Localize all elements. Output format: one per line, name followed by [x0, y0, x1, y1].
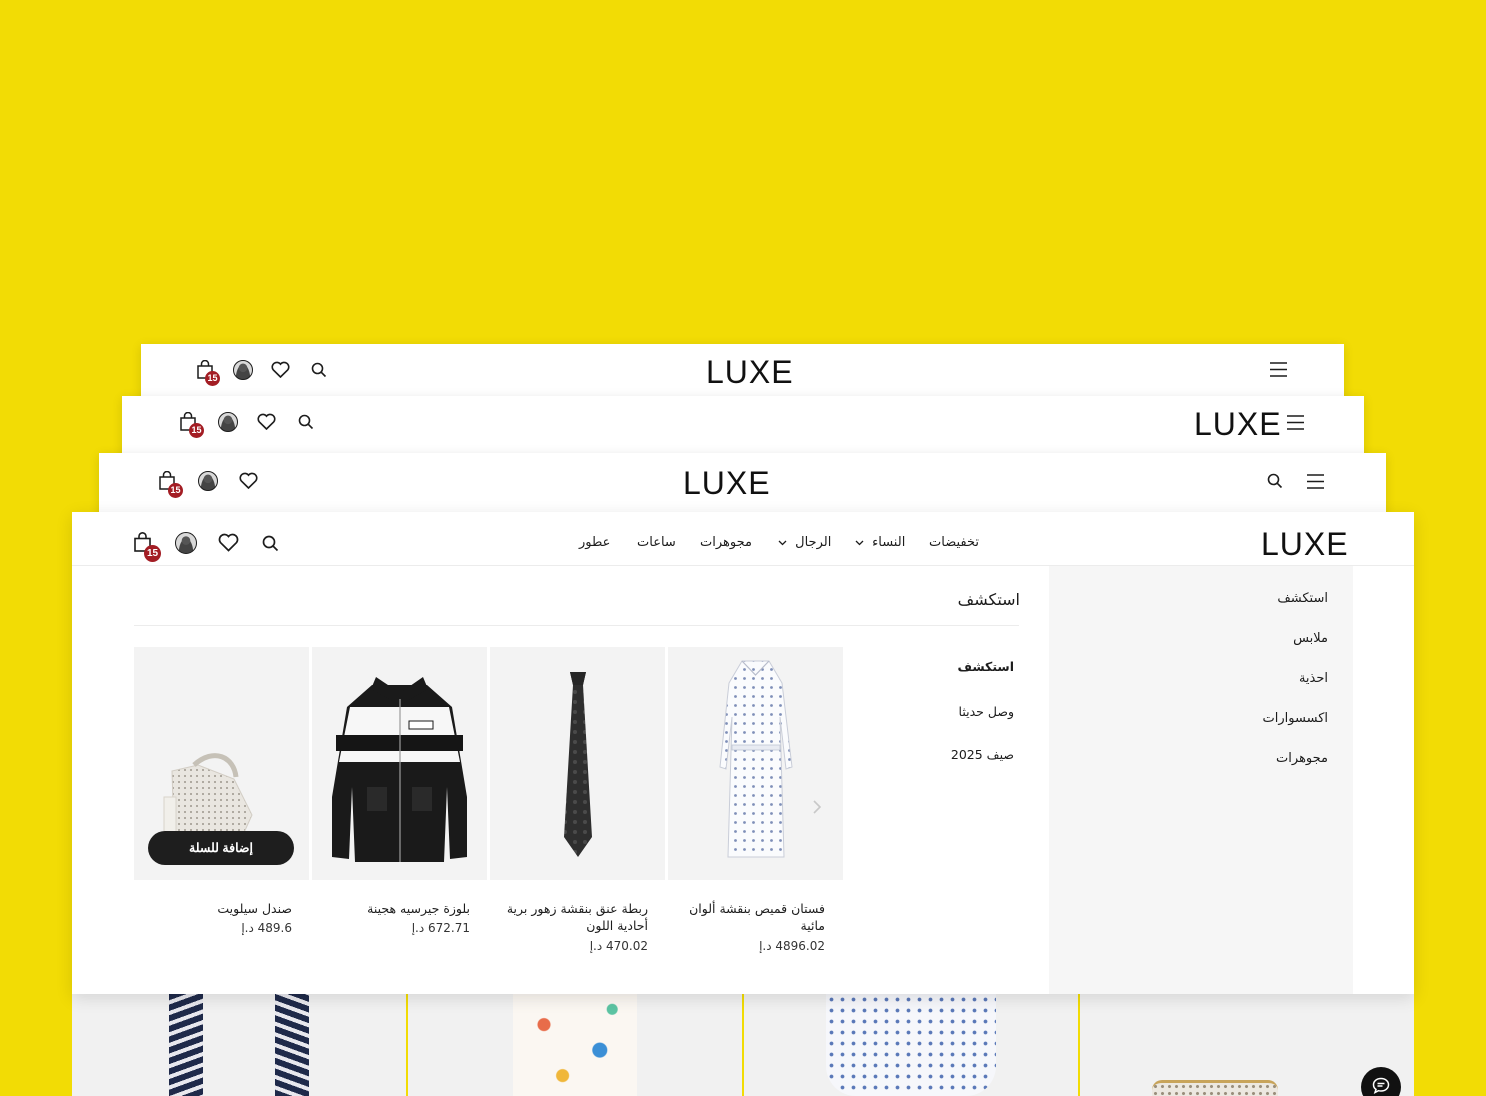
avatar[interactable]: [198, 471, 218, 491]
product-card-tie[interactable]: [490, 647, 665, 880]
product-price: 470.02 د.إ: [589, 939, 648, 953]
menu-icon[interactable]: [1306, 473, 1325, 490]
add-to-cart-button[interactable]: إضافة للسلة: [148, 831, 294, 865]
product-image: [1152, 1080, 1278, 1096]
search-icon[interactable]: [1267, 473, 1283, 489]
product-card-dress[interactable]: [668, 647, 843, 880]
menu-icon[interactable]: [1286, 414, 1305, 431]
search-icon[interactable]: [262, 535, 279, 552]
chevron-down-icon: [778, 540, 787, 545]
nav-item-label: النساء: [872, 535, 906, 550]
subnav-item-explore[interactable]: استكشف: [957, 659, 1014, 674]
product-image: [564, 672, 592, 857]
logo[interactable]: LUXE: [1194, 408, 1282, 440]
nav-item-label: ساعات: [637, 535, 676, 550]
product-name[interactable]: ربطة عنق بنقشة زهور برية أحادية اللون: [500, 900, 648, 934]
product-tile[interactable]: [72, 994, 406, 1096]
cart-count-badge: 15: [205, 371, 220, 386]
header-variant-2: LUXE 15: [122, 396, 1364, 460]
product-tile[interactable]: [408, 994, 742, 1096]
heart-icon[interactable]: [239, 472, 258, 489]
nav-item-men[interactable]: الرجال: [778, 535, 831, 550]
product-price: 489.6 د.إ: [241, 921, 292, 935]
chevron-down-icon: [855, 540, 864, 545]
logo[interactable]: LUXE: [706, 356, 794, 388]
avatar[interactable]: [175, 532, 197, 554]
logo[interactable]: LUXE: [683, 467, 771, 499]
heart-icon[interactable]: [218, 533, 239, 552]
nav-item-jewelry[interactable]: مجوهرات: [700, 535, 752, 550]
product-image: [719, 660, 793, 858]
header-desktop: LUXE تخفيضات النساء الرجال مجوهرات ساعات…: [72, 512, 1414, 994]
nav-item-label: تخفيضات: [929, 535, 979, 550]
chevron-right-icon[interactable]: [812, 799, 822, 815]
product-name[interactable]: صندل سيلويت: [144, 900, 292, 917]
product-image: [275, 994, 309, 1096]
nav-item-fragrances[interactable]: عطور: [579, 535, 610, 550]
sidebar-item-jewelry[interactable]: مجوهرات: [1276, 751, 1328, 766]
product-tile[interactable]: [744, 994, 1078, 1096]
product-price: 672.71 د.إ: [411, 921, 470, 935]
sidebar-item-shoes[interactable]: احذية: [1299, 671, 1328, 686]
sidebar-item-clothing[interactable]: ملابس: [1293, 631, 1328, 646]
subnav-item-summer-2025[interactable]: صيف 2025: [951, 747, 1014, 762]
chat-icon: [1372, 1077, 1390, 1094]
sidebar-item-explore[interactable]: استكشف: [1277, 591, 1328, 606]
search-icon[interactable]: [311, 362, 327, 378]
product-name[interactable]: فستان قميص بنقشة ألوان مائية: [678, 900, 825, 934]
nav-item-label: مجوهرات: [700, 535, 752, 550]
product-image: [169, 994, 203, 1096]
nav-item-sales[interactable]: تخفيضات: [929, 535, 979, 550]
nav-item-watches[interactable]: ساعات: [637, 535, 676, 550]
search-icon[interactable]: [298, 414, 314, 430]
product-image: [332, 677, 467, 862]
sidebar-item-accessories[interactable]: اكسسوارات: [1263, 711, 1328, 726]
section-divider: [134, 625, 1019, 626]
menu-icon[interactable]: [1269, 361, 1288, 378]
header-variant-3: LUXE 15: [99, 453, 1386, 519]
nav-item-label: عطور: [579, 535, 611, 550]
avatar[interactable]: [218, 412, 238, 432]
cart-count-badge: 15: [168, 483, 183, 498]
cart-count-badge: 15: [189, 423, 204, 438]
product-name[interactable]: بلوزة جيرسيه هجينة: [322, 900, 470, 917]
avatar[interactable]: [233, 360, 253, 380]
header-variant-1: LUXE 15: [141, 344, 1344, 404]
product-card-sandal[interactable]: إضافة للسلة: [134, 647, 309, 880]
nav-item-label: الرجال: [795, 535, 832, 550]
heart-icon[interactable]: [257, 413, 276, 430]
nav-item-women[interactable]: النساء: [855, 535, 905, 550]
logo[interactable]: LUXE: [1261, 528, 1349, 560]
subnav-item-new-arrivals[interactable]: وصل حديثا: [959, 704, 1014, 719]
cart-count-badge: 15: [144, 545, 161, 562]
product-card-jacket[interactable]: [312, 647, 487, 880]
product-price: 4896.02 د.إ: [759, 939, 825, 953]
product-image: [513, 994, 637, 1096]
product-image: [826, 994, 996, 1096]
heart-icon[interactable]: [271, 361, 290, 378]
section-title: استكشف: [957, 590, 1020, 609]
